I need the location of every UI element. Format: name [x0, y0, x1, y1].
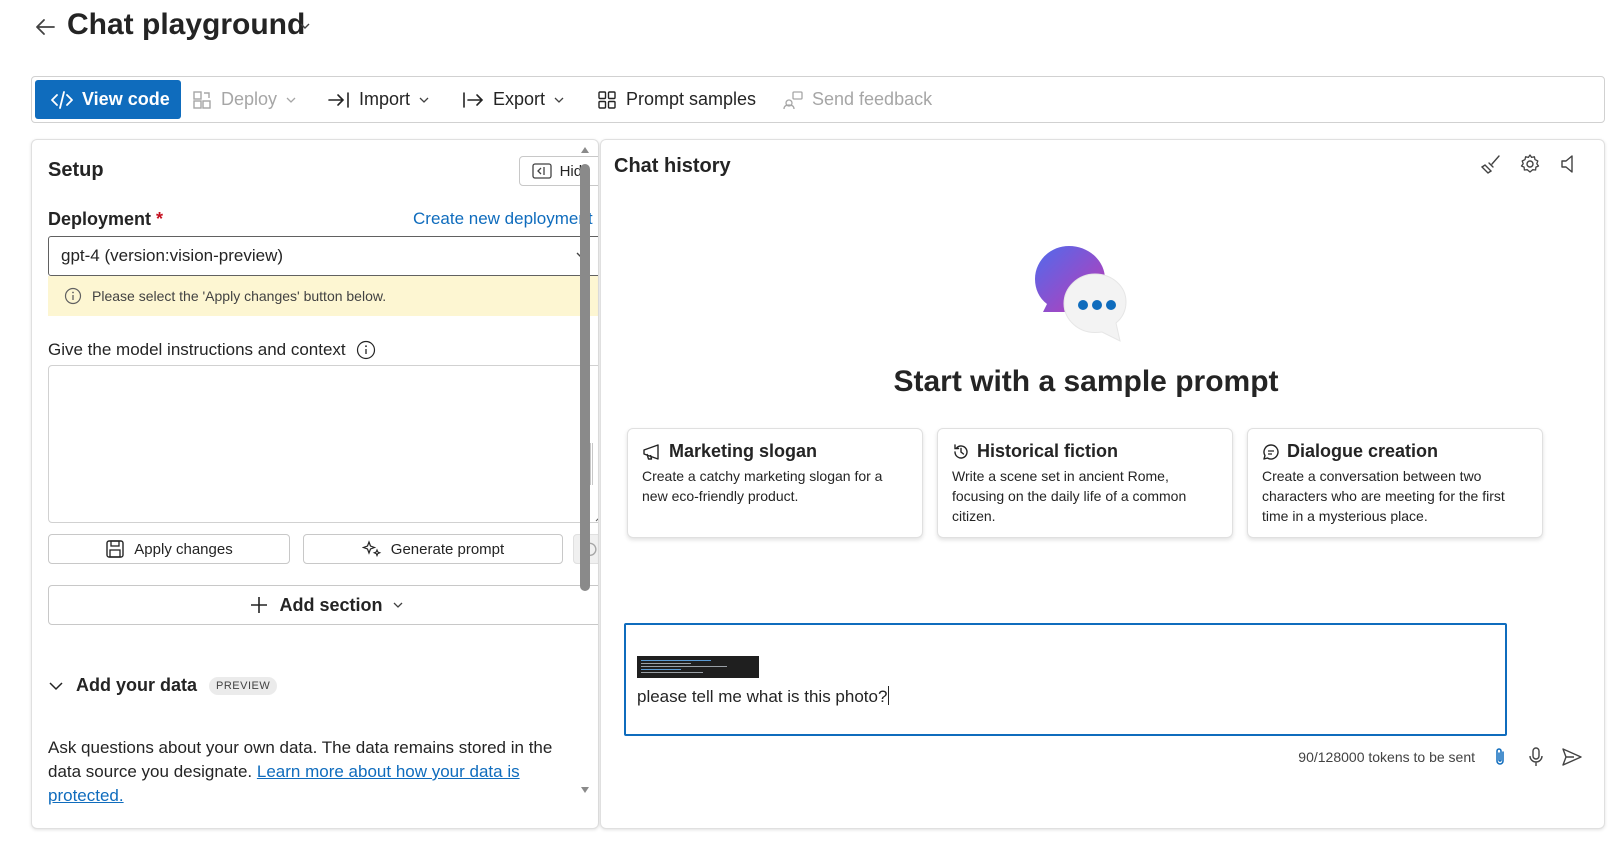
send-icon[interactable] [1561, 746, 1583, 768]
send-feedback-label: Send feedback [812, 89, 933, 109]
deployment-label: Deployment * [48, 209, 164, 229]
instructions-textarea[interactable] [48, 365, 598, 523]
sparkle-icon [361, 540, 382, 558]
chat-panel: Chat history Start with a sample prompt … [600, 139, 1605, 829]
text-caret [888, 686, 890, 705]
chevron-down-icon [419, 97, 429, 103]
back-arrow-icon[interactable] [32, 14, 58, 40]
sample-card-title: Dialogue creation [1287, 441, 1439, 461]
sample-card-dialogue[interactable]: Dialogue creation Create a conversation … [1247, 428, 1543, 538]
chevron-down-icon [49, 681, 63, 690]
chat-input-text: please tell me what is this photo? [637, 686, 890, 706]
token-count: 90/128000 tokens to be sent [1298, 749, 1475, 765]
info-icon [64, 287, 82, 305]
sample-card-title: Historical fiction [977, 441, 1119, 461]
start-heading: Start with a sample prompt [893, 365, 1279, 398]
chat-toolbar [1480, 153, 1580, 175]
speaker-icon[interactable] [1558, 153, 1580, 175]
instructions-label: Give the model instructions and context [48, 340, 376, 360]
generate-prompt-label: Generate prompt [390, 540, 505, 558]
panel-collapse-icon [531, 163, 552, 179]
setup-title: Setup [48, 159, 104, 181]
title-chevron-down-icon[interactable] [299, 20, 311, 32]
chevron-down-icon [393, 602, 402, 608]
chat-input-footer: 90/128000 tokens to be sent [1298, 746, 1583, 768]
chat-history-title: Chat history [614, 155, 731, 177]
scroll-up-arrow-icon[interactable] [580, 146, 590, 154]
view-code-label: View code [82, 89, 170, 109]
import-label: Import [359, 89, 411, 109]
feedback-icon [783, 90, 803, 109]
deploy-label: Deploy [221, 89, 278, 109]
import-icon [328, 91, 349, 108]
paperclip-icon[interactable] [1489, 746, 1511, 768]
deploy-button[interactable]: Deploy [192, 80, 296, 119]
scrollbar-thumb[interactable] [580, 164, 590, 591]
apply-changes-button[interactable]: Apply changes [48, 534, 290, 564]
history-icon [954, 443, 968, 459]
attached-image-thumbnail[interactable] [637, 656, 759, 678]
add-your-data-title: Add your data [76, 675, 198, 695]
apply-changes-label: Apply changes [134, 540, 233, 558]
prompt-samples-label: Prompt samples [626, 89, 757, 109]
warning-text: Please select the 'Apply changes' button… [92, 288, 387, 304]
export-label: Export [493, 89, 546, 109]
megaphone-icon [643, 443, 659, 460]
deployment-select[interactable]: gpt-4 (version:vision-preview) [48, 236, 598, 276]
import-button[interactable]: Import [328, 80, 429, 119]
chevron-down-icon [286, 97, 296, 103]
sample-card-body: Create a conversation between two charac… [1262, 468, 1505, 524]
microphone-icon[interactable] [1525, 746, 1547, 768]
sample-card-body: Write a scene set in ancient Rome, focus… [952, 468, 1187, 524]
page-title: Chat playground [67, 8, 306, 41]
create-deployment-link[interactable]: Create new deployment [413, 209, 593, 229]
broom-clear-icon[interactable] [1480, 153, 1502, 175]
scroll-down-arrow-icon[interactable] [580, 786, 590, 794]
export-button[interactable]: Export [462, 80, 564, 119]
info-icon[interactable] [356, 340, 376, 360]
chevron-down-icon [554, 97, 564, 103]
resize-grip-icon[interactable] [593, 512, 598, 522]
export-icon [463, 91, 484, 108]
prompt-samples-button[interactable]: Prompt samples [597, 80, 756, 119]
add-section-label: Add section [279, 594, 383, 615]
code-icon [51, 90, 73, 109]
view-code-button[interactable]: View code [35, 80, 181, 119]
sample-card-historical[interactable]: Historical fiction Write a scene set in … [937, 428, 1233, 538]
add-your-data-header[interactable]: Add your data PREVIEW [48, 675, 278, 696]
add-data-description: Ask questions about your own data. The d… [48, 738, 553, 805]
sample-card-title: Marketing slogan [669, 441, 818, 461]
save-icon [106, 540, 124, 558]
generate-prompt-button[interactable]: Generate prompt [303, 534, 563, 564]
sample-card-marketing[interactable]: Marketing slogan Create a catchy marketi… [627, 428, 923, 538]
plus-icon [251, 597, 268, 613]
required-mark: * [156, 209, 164, 229]
preview-badge: PREVIEW [209, 676, 278, 695]
chat-input[interactable]: please tell me what is this photo? [624, 623, 1507, 736]
send-feedback-button[interactable]: Send feedback [783, 80, 932, 119]
chat-bubbles-illustration-icon [1033, 244, 1133, 344]
command-toolbar: View code Deploy Import Export Prompt sa… [31, 76, 1605, 123]
gear-icon[interactable] [1519, 153, 1541, 175]
grid-icon [598, 90, 616, 109]
deployment-select-value: gpt-4 (version:vision-preview) [61, 246, 284, 265]
sample-card-body: Create a catchy marketing slogan for a n… [642, 468, 883, 504]
add-section-button[interactable]: Add section [48, 585, 598, 625]
apply-warning: Please select the 'Apply changes' button… [48, 276, 598, 316]
chat-bubble-icon [1263, 443, 1279, 460]
panel-resize-handle[interactable] [590, 443, 593, 485]
deploy-icon [193, 90, 211, 109]
setup-panel: Setup Hide Deployment * Create new deplo… [31, 139, 599, 829]
